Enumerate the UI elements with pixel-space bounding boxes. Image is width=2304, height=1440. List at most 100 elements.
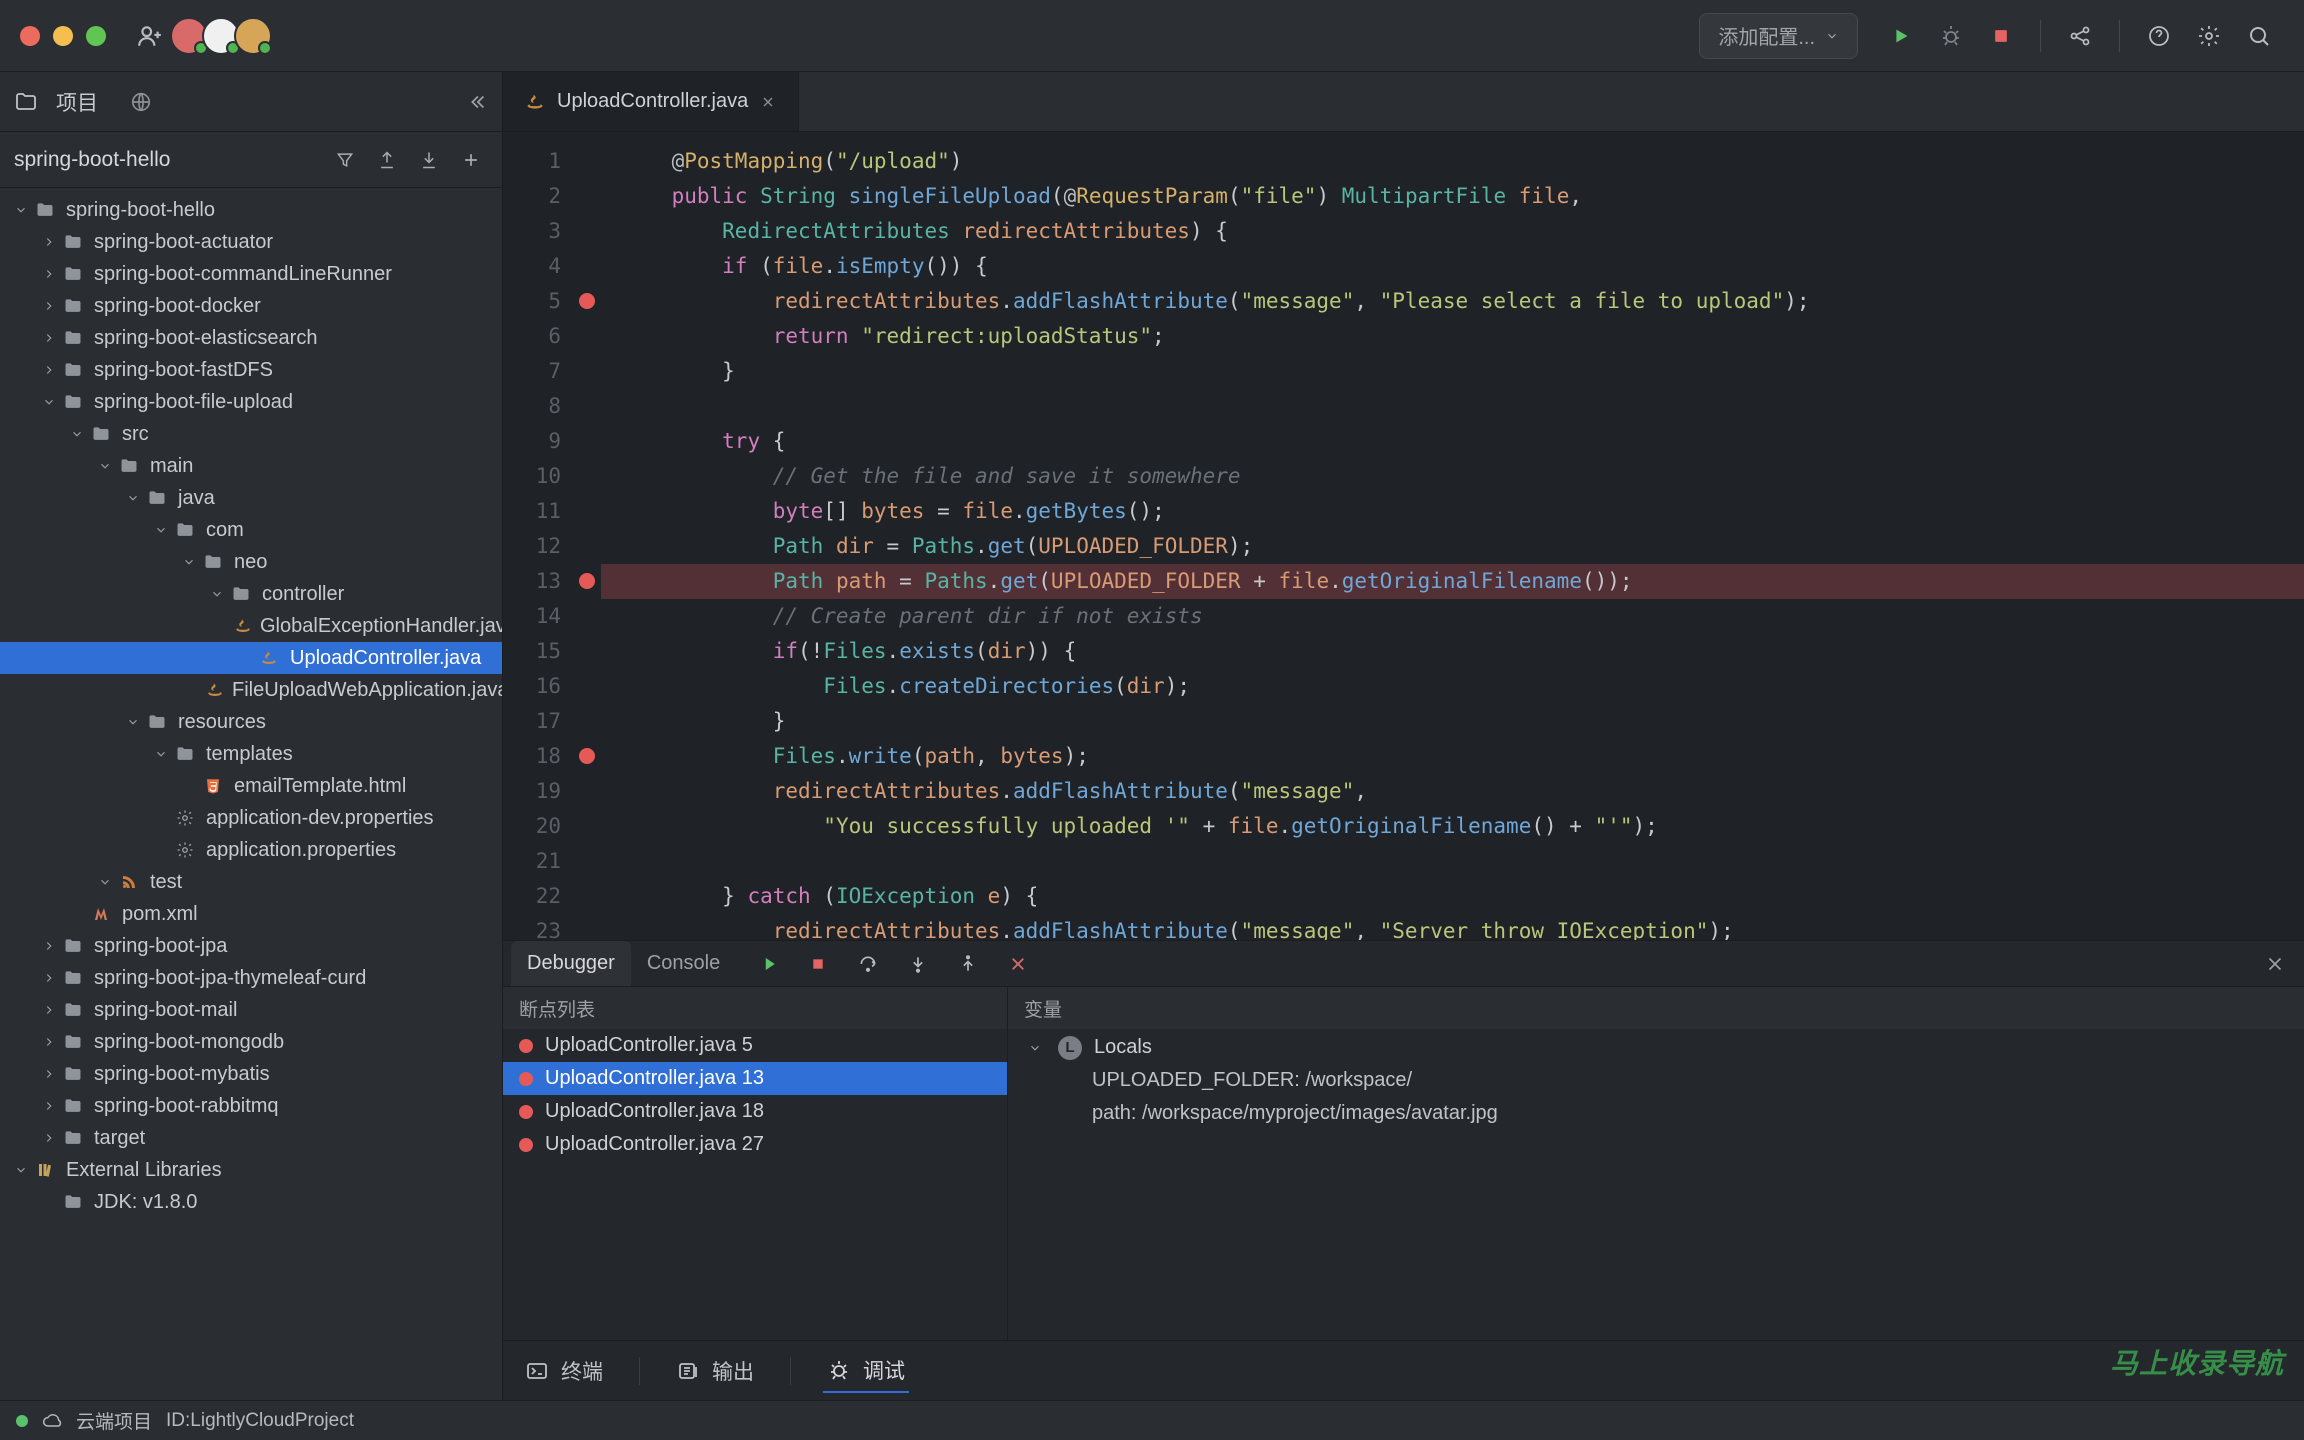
tree-item[interactable]: GlobalExceptionHandler.java: [0, 610, 502, 642]
tree-item[interactable]: UploadController.java: [0, 642, 502, 674]
tree-chevron-icon[interactable]: [150, 523, 172, 537]
tree-item[interactable]: spring-boot-commandLineRunner: [0, 258, 502, 290]
filter-icon[interactable]: [328, 143, 362, 177]
add-collaborator-icon[interactable]: [134, 20, 166, 52]
tree-chevron-icon[interactable]: [38, 1003, 60, 1017]
close-window-icon[interactable]: [20, 26, 40, 46]
tree-item[interactable]: spring-boot-actuator: [0, 226, 502, 258]
tree-chevron-icon[interactable]: [122, 715, 144, 729]
editor-tab[interactable]: UploadController.java: [503, 72, 799, 131]
tree-item[interactable]: neo: [0, 546, 502, 578]
tree-item[interactable]: pom.xml: [0, 898, 502, 930]
debug-tool[interactable]: 调试: [823, 1349, 909, 1393]
breakpoint-item[interactable]: UploadController.java 27: [503, 1128, 1007, 1161]
breakpoint-marker[interactable]: [579, 748, 595, 764]
tree-chevron-icon[interactable]: [38, 395, 60, 409]
stop-button[interactable]: [1980, 15, 2022, 57]
stop-debug-button[interactable]: [800, 946, 836, 982]
close-tab-icon[interactable]: [760, 94, 776, 110]
tree-item[interactable]: spring-boot-jpa: [0, 930, 502, 962]
tree-chevron-icon[interactable]: [38, 299, 60, 313]
breakpoint-item[interactable]: UploadController.java 18: [503, 1095, 1007, 1128]
debugger-tab[interactable]: Debugger: [511, 941, 631, 986]
tree-chevron-icon[interactable]: [38, 363, 60, 377]
tree-item[interactable]: java: [0, 482, 502, 514]
tree-item[interactable]: spring-boot-jpa-thymeleaf-curd: [0, 962, 502, 994]
tree-chevron-icon[interactable]: [94, 459, 116, 473]
search-icon[interactable]: [2238, 15, 2280, 57]
step-into-icon[interactable]: [900, 946, 936, 982]
tree-item[interactable]: emailTemplate.html: [0, 770, 502, 802]
collaborator-avatars[interactable]: [176, 17, 272, 55]
tree-item[interactable]: src: [0, 418, 502, 450]
close-debug-icon[interactable]: [2264, 953, 2286, 975]
tree-item[interactable]: spring-boot-mongodb: [0, 1026, 502, 1058]
tree-item[interactable]: controller: [0, 578, 502, 610]
share-icon[interactable]: [2059, 15, 2101, 57]
breakpoint-column[interactable]: [573, 132, 601, 940]
tree-item[interactable]: External Libraries: [0, 1154, 502, 1186]
tree-item[interactable]: spring-boot-fastDFS: [0, 354, 502, 386]
help-icon[interactable]: [2138, 15, 2180, 57]
tree-chevron-icon[interactable]: [38, 1131, 60, 1145]
breakpoint-marker[interactable]: [579, 293, 595, 309]
settings-icon[interactable]: [2188, 15, 2230, 57]
collapse-sidebar-icon[interactable]: [466, 91, 488, 113]
tree-item[interactable]: spring-boot-elasticsearch: [0, 322, 502, 354]
tree-item[interactable]: test: [0, 866, 502, 898]
tree-item[interactable]: target: [0, 1122, 502, 1154]
tree-item[interactable]: JDK: v1.8.0: [0, 1186, 502, 1218]
tree-item[interactable]: spring-boot-mybatis: [0, 1058, 502, 1090]
tree-chevron-icon[interactable]: [38, 267, 60, 281]
run-button[interactable]: [1880, 15, 1922, 57]
code-editor[interactable]: 1234567891011121314151617181920212223 @P…: [503, 132, 2304, 940]
step-over-icon[interactable]: [850, 946, 886, 982]
tree-item[interactable]: spring-boot-hello: [0, 194, 502, 226]
output-tool[interactable]: 输出: [672, 1350, 758, 1392]
tree-chevron-icon[interactable]: [38, 235, 60, 249]
download-icon[interactable]: [412, 143, 446, 177]
upload-icon[interactable]: [370, 143, 404, 177]
debug-button[interactable]: [1930, 15, 1972, 57]
tree-chevron-icon[interactable]: [66, 427, 88, 441]
minimize-window-icon[interactable]: [53, 26, 73, 46]
breakpoint-item[interactable]: UploadController.java 13: [503, 1062, 1007, 1095]
tree-chevron-icon[interactable]: [38, 971, 60, 985]
tree-chevron-icon[interactable]: [94, 875, 116, 889]
console-tab[interactable]: Console: [631, 941, 736, 986]
tree-item[interactable]: application.properties: [0, 834, 502, 866]
tree-item[interactable]: spring-boot-docker: [0, 290, 502, 322]
disable-breakpoints-icon[interactable]: [1000, 946, 1036, 982]
run-configuration-selector[interactable]: 添加配置...: [1699, 13, 1858, 59]
tree-item[interactable]: templates: [0, 738, 502, 770]
breakpoint-item[interactable]: UploadController.java 5: [503, 1029, 1007, 1062]
tree-chevron-icon[interactable]: [206, 587, 228, 601]
file-tree[interactable]: spring-boot-hellospring-boot-actuatorspr…: [0, 188, 502, 1400]
variable-item[interactable]: UPLOADED_FOLDER: /workspace/: [1008, 1064, 2304, 1097]
tree-chevron-icon[interactable]: [178, 555, 200, 569]
tree-item[interactable]: spring-boot-mail: [0, 994, 502, 1026]
terminal-tool[interactable]: 终端: [521, 1350, 607, 1392]
locals-group[interactable]: LLocals: [1008, 1031, 2304, 1064]
tree-item[interactable]: com: [0, 514, 502, 546]
step-out-icon[interactable]: [950, 946, 986, 982]
tree-item[interactable]: application-dev.properties: [0, 802, 502, 834]
tree-chevron-icon[interactable]: [122, 491, 144, 505]
tree-chevron-icon[interactable]: [150, 747, 172, 761]
project-icon[interactable]: [14, 90, 38, 114]
tree-item[interactable]: resources: [0, 706, 502, 738]
breakpoint-marker[interactable]: [579, 573, 595, 589]
add-icon[interactable]: [454, 143, 488, 177]
tree-item[interactable]: main: [0, 450, 502, 482]
remote-icon[interactable]: [130, 91, 152, 113]
tree-chevron-icon[interactable]: [38, 939, 60, 953]
tree-chevron-icon[interactable]: [10, 203, 32, 217]
tree-item[interactable]: FileUploadWebApplication.java: [0, 674, 502, 706]
continue-button[interactable]: [750, 946, 786, 982]
tree-item[interactable]: spring-boot-file-upload: [0, 386, 502, 418]
tree-chevron-icon[interactable]: [38, 1099, 60, 1113]
tree-item[interactable]: spring-boot-rabbitmq: [0, 1090, 502, 1122]
tree-chevron-icon[interactable]: [38, 1035, 60, 1049]
tree-chevron-icon[interactable]: [38, 331, 60, 345]
tree-chevron-icon[interactable]: [10, 1163, 32, 1177]
